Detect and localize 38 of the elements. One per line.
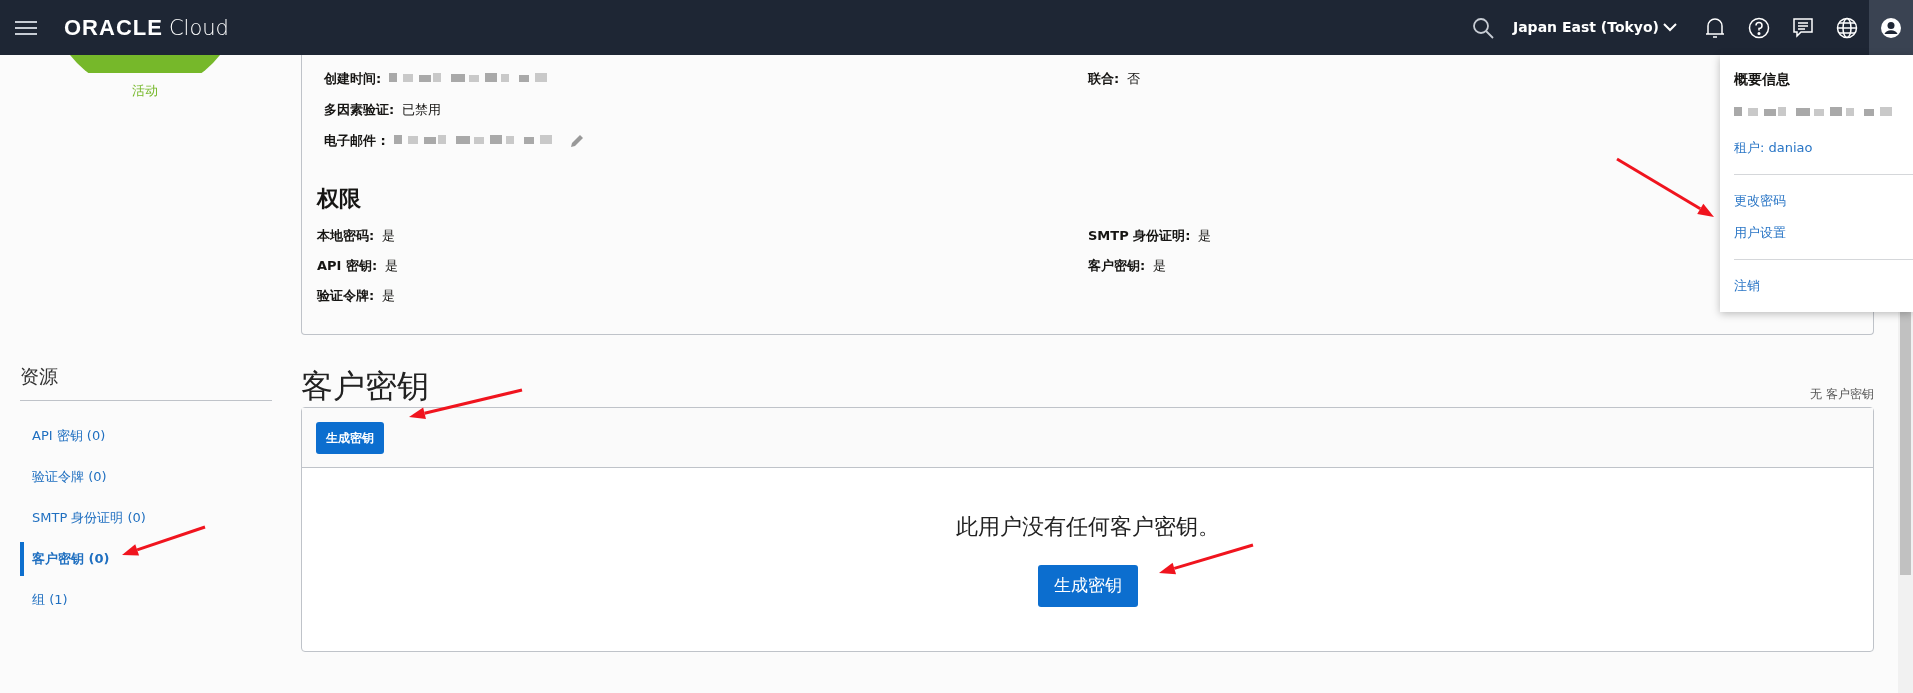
resource-link[interactable]: 组 (1) (20, 582, 301, 617)
field-value: 是 (1198, 226, 1212, 245)
field-value: 是 (382, 226, 396, 245)
empty-message: 此用户没有任何客户密钥。 (954, 513, 1221, 541)
menu-item[interactable]: 注销 (1734, 269, 1903, 302)
chevron-down-icon (1663, 23, 1677, 32)
field-value: 是 (382, 286, 396, 305)
generate-key-button[interactable]: 生成密钥 (1037, 565, 1138, 607)
field-label: 多因素验证: (324, 100, 395, 119)
count-note: 无 客户密钥 (1810, 386, 1874, 403)
field-label: API 密钥: (317, 256, 378, 275)
field-label: 验证令牌: (317, 286, 375, 305)
field-label: 联合: (1088, 69, 1120, 88)
page-heading: 客户密钥 (301, 366, 429, 405)
user-avatar-icon[interactable] (1869, 0, 1913, 55)
status-label: 活动 (132, 83, 158, 98)
menu-item[interactable]: 用户设置 (1734, 216, 1903, 249)
field-label: 本地密码: (317, 226, 375, 245)
resource-link[interactable]: 验证令牌 (0) (20, 459, 301, 494)
region-selector[interactable]: Japan East (Tokyo) (1512, 17, 1677, 38)
field-value: 已禁用 (402, 100, 442, 119)
field-value: 否 (1127, 69, 1141, 88)
field-label: SMTP 身份证明: (1088, 226, 1191, 245)
field-value: 是 (385, 256, 399, 275)
tenant-link[interactable]: 租户: daniao (1734, 131, 1903, 164)
generate-key-button[interactable]: 生成密钥 (316, 422, 384, 454)
section-heading: 资源 (20, 365, 272, 401)
field-label: 创建时间: (324, 69, 382, 88)
field-value: 是 (1153, 256, 1167, 275)
section-heading: 权限 (317, 186, 361, 213)
field-label: 客户密钥: (1088, 256, 1146, 275)
menu-item[interactable]: 更改密码 (1734, 184, 1903, 217)
field-label: 电子邮件 : (324, 131, 386, 150)
pencil-icon[interactable] (569, 133, 584, 148)
menu-title: 概要信息 (1734, 70, 1791, 89)
resource-link[interactable]: API 密钥 (0) (20, 418, 301, 453)
resource-link[interactable]: SMTP 身份证明 (0) (20, 500, 301, 535)
brand-logo[interactable]: ORACLE Cloud (64, 10, 229, 45)
